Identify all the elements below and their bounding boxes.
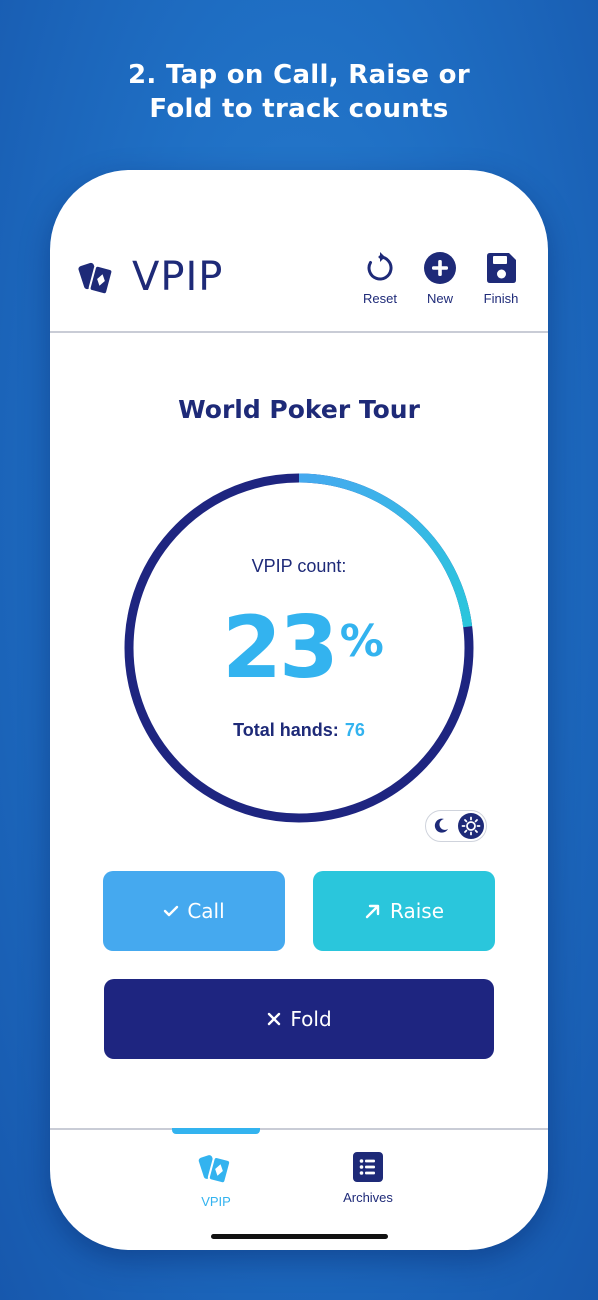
moon-icon — [434, 818, 448, 833]
list-icon — [353, 1152, 383, 1182]
finish-button[interactable]: Finish — [471, 252, 531, 306]
call-button[interactable]: Call — [103, 871, 285, 951]
phone-frame: VPIP Reset New Finish World Poker Tour V… — [50, 170, 548, 1250]
tab-vpip-label: VPIP — [201, 1194, 231, 1209]
vpip-percentage: 23% — [208, 598, 398, 698]
tab-archives[interactable]: Archives — [308, 1152, 428, 1205]
vpip-percentage-value: 23 — [222, 598, 339, 698]
promo-headline: 2. Tap on Call, Raise or Fold to track c… — [0, 58, 598, 126]
new-button[interactable]: New — [410, 252, 470, 306]
finish-label: Finish — [483, 291, 519, 306]
fold-label: Fold — [290, 1007, 332, 1031]
tab-bar: VPIP Archives — [50, 1128, 548, 1250]
total-hands-label: Total hands: — [233, 720, 339, 740]
tab-vpip[interactable]: VPIP — [156, 1152, 276, 1209]
tab-archives-label: Archives — [343, 1190, 393, 1205]
plus-circle-icon — [424, 252, 456, 284]
sun-icon — [461, 816, 481, 836]
session-title: World Poker Tour — [178, 395, 420, 424]
call-label: Call — [187, 899, 225, 923]
save-icon — [487, 253, 516, 283]
vpip-count-label: VPIP count: — [251, 556, 347, 576]
promo-headline-line-1: 2. Tap on Call, Raise or — [128, 60, 470, 90]
reset-button[interactable]: Reset — [350, 252, 410, 306]
new-label: New — [426, 291, 453, 306]
reset-label: Reset — [363, 291, 397, 306]
cards-logo-icon — [78, 262, 114, 296]
cards-icon — [198, 1155, 232, 1185]
total-hands: Total hands: 76 — [50, 720, 548, 741]
percent-sign: % — [339, 616, 384, 667]
home-indicator — [211, 1234, 388, 1239]
theme-toggle[interactable] — [425, 810, 487, 842]
theme-toggle-knob — [458, 813, 484, 839]
reset-icon — [367, 252, 393, 281]
app-header: VPIP Reset New Finish — [50, 170, 548, 333]
check-icon — [164, 905, 179, 917]
active-tab-indicator — [172, 1128, 260, 1134]
fold-button[interactable]: Fold — [104, 979, 494, 1059]
raise-button[interactable]: Raise — [313, 871, 495, 951]
arrow-up-right-icon — [365, 904, 380, 919]
promo-headline-line-2: Fold to track counts — [149, 94, 449, 124]
raise-label: Raise — [390, 899, 444, 923]
total-hands-value: 76 — [344, 720, 365, 740]
close-icon — [268, 1012, 281, 1026]
app-title: VPIP — [132, 254, 224, 300]
